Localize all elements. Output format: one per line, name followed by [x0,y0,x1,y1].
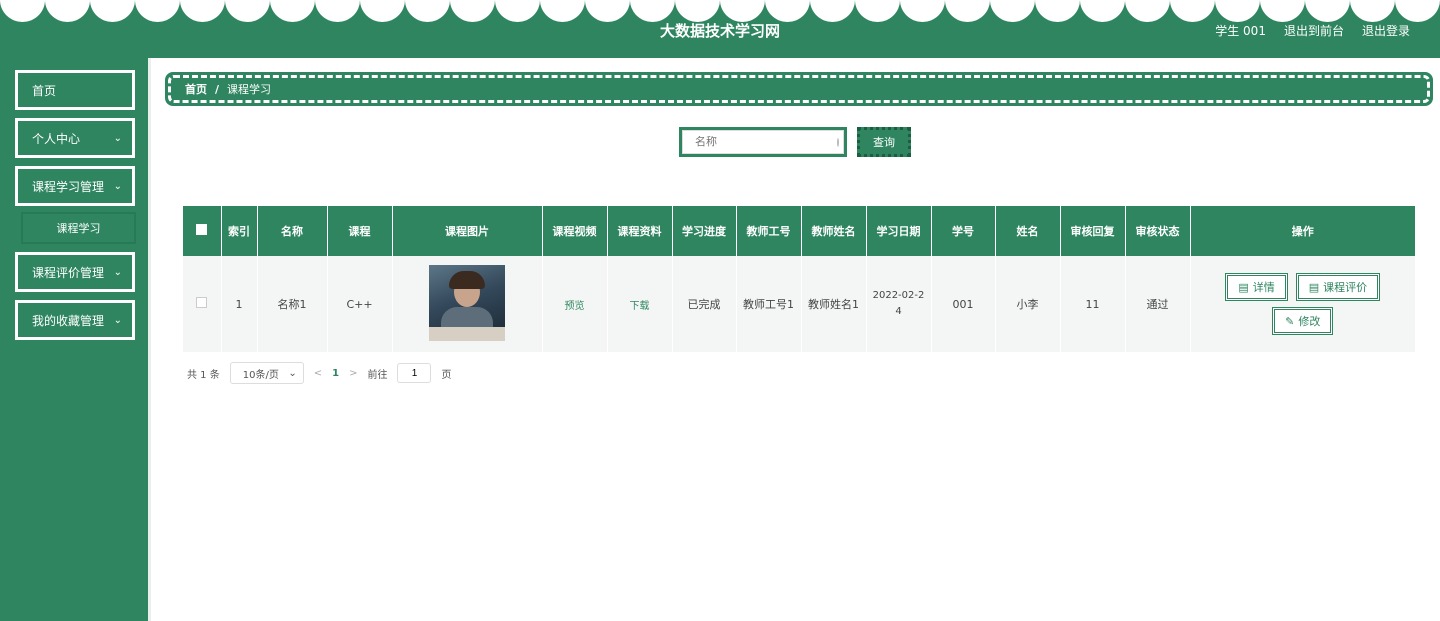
document-icon: ▤ [1238,280,1249,294]
column-header: 学习日期 [866,206,932,256]
column-header: 索引 [221,206,258,256]
breadcrumb-current: 课程学习 [227,83,272,96]
next-page-icon[interactable]: > [349,368,357,379]
cell-image [392,256,543,352]
search-input[interactable] [695,136,837,148]
page-size-value: 10条/页 [242,369,279,381]
sidebar-item-home[interactable]: 首页 [15,70,135,110]
select-all-checkbox[interactable] [196,224,208,235]
column-header: 学习进度 [672,206,737,256]
breadcrumb-home[interactable]: 首页 [185,81,207,97]
cell-student-id: 001 [931,256,996,352]
cell-review-reply: 11 [1060,256,1126,352]
document-icon: ▤ [1308,280,1320,294]
date-text: 2022-02-24 [872,290,925,317]
chevron-down-icon: ⌄ [113,132,122,144]
sidebar-item-course-study-manage[interactable]: 课程学习管理 ⌄ [15,166,135,206]
sidebar-subitem-course-study[interactable]: 课程学习 [21,212,136,244]
total-count: 共 1 条 [187,369,220,381]
column-header: 操作 [1190,206,1416,256]
scallop-decoration [0,0,1440,22]
course-image[interactable] [429,264,505,341]
column-header: 审核状态 [1125,206,1191,256]
sidebar-item-personal-center[interactable]: 个人中心 ⌄ [15,118,135,158]
detail-button[interactable]: ▤ 详情 [1225,273,1288,301]
logout-link[interactable]: 退出登录 [1362,22,1410,39]
sidebar-item-label: 课程评价管理 [32,265,105,280]
sidebar-item-favorites-manage[interactable]: 我的收藏管理 ⌄ [15,300,135,340]
video-preview-link[interactable]: 预览 [565,301,585,312]
main-content: 首页 / 课程学习 查询 索引 名称 课程 课程图片 课程视频 课程资料 学习进… [148,58,1440,621]
column-header: 教师工号 [736,206,802,256]
column-header: 课程视频 [542,206,608,256]
page-size-select[interactable]: 10条/页 ⌄ [229,362,304,384]
chevron-down-icon: ⌄ [288,367,297,379]
pagination: 共 1 条 10条/页 ⌄ < 1 > 前往 页 [187,362,451,384]
sidebar: 首页 个人中心 ⌄ 课程学习管理 ⌄ 课程学习 课程评价管理 ⌄ 我的收藏管理 … [0,58,148,621]
cell-student-name: 小李 [995,256,1061,352]
column-header: 教师姓名 [801,206,867,256]
cell-course: C++ [327,256,393,352]
chevron-down-icon: ⌄ [113,314,122,326]
cell-teacher-id: 教师工号1 [736,256,802,352]
column-header: 课程图片 [392,206,543,256]
detail-button-label: 详情 [1252,281,1275,294]
sidebar-item-label: 首页 [32,83,57,98]
goto-page-input[interactable] [397,363,432,383]
back-to-front-link[interactable]: 退出到前台 [1284,22,1344,39]
breadcrumb-separator: / [215,82,220,96]
cell-progress: 已完成 [672,256,737,352]
breadcrumb: 首页 / 课程学习 [165,72,1433,106]
table-row: 1 名称1 C++ 预览 下载 已完成 教师工号1 教师姓名1 2022-02-… [183,256,1416,352]
page-suffix: 页 [441,369,452,381]
column-header: 名称 [257,206,328,256]
column-header: 审核回复 [1060,206,1126,256]
cell-review-status: 通过 [1125,256,1191,352]
data-table: 索引 名称 课程 课程图片 课程视频 课程资料 学习进度 教师工号 教师姓名 学… [183,206,1416,352]
course-evaluate-button[interactable]: ▤ 课程评价 [1295,273,1381,301]
search-button[interactable]: 查询 [857,127,911,157]
sidebar-item-course-evaluation-manage[interactable]: 课程评价管理 ⌄ [15,252,135,292]
edit-button[interactable]: ✎ 修改 [1272,307,1334,335]
column-header: 课程资料 [607,206,673,256]
prev-page-icon[interactable]: < [314,368,322,379]
evaluate-button-label: 课程评价 [1323,281,1368,294]
sidebar-item-label: 课程学习管理 [32,179,105,194]
search-icon [837,137,839,147]
column-header: 课程 [327,206,393,256]
sidebar-item-label: 我的收藏管理 [32,313,105,328]
edit-icon: ✎ [1285,314,1295,328]
cell-operations: ▤ 详情 ▤ 课程评价 ✎ 修改 [1190,256,1416,352]
top-bar: 大数据技术学习网 学生 001 退出到前台 退出登录 [0,0,1440,58]
current-page[interactable]: 1 [332,368,339,379]
chevron-down-icon: ⌄ [113,180,122,192]
cell-date: 2022-02-24 [866,256,932,352]
goto-label: 前往 [367,369,388,381]
cell-name: 名称1 [257,256,328,352]
edit-button-label: 修改 [1298,315,1321,328]
select-all-header [183,206,222,256]
search-box [679,127,847,157]
cell-teacher-name: 教师姓名1 [801,256,867,352]
column-header: 学号 [931,206,996,256]
column-header: 姓名 [995,206,1061,256]
cell-index: 1 [221,256,258,352]
material-download-link[interactable]: 下载 [630,301,650,312]
user-label: 学生 001 [1215,24,1266,38]
sidebar-item-label: 个人中心 [32,131,81,146]
row-checkbox[interactable] [196,297,208,308]
chevron-down-icon: ⌄ [113,266,122,278]
